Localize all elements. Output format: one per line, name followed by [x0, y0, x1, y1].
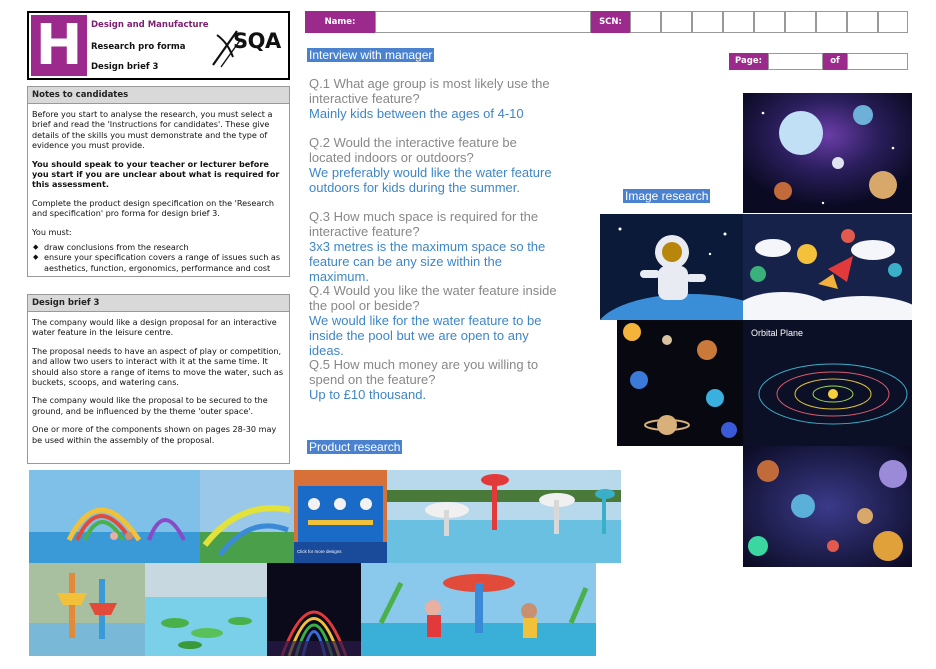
notes-paragraph: Before you start to analyse the research…	[32, 109, 273, 151]
scn-digit-cell[interactable]	[878, 11, 908, 33]
notes-bullet: ensure your specification covers a range…	[32, 252, 285, 273]
notes-paragraph-bold: You should speak to your teacher or lect…	[32, 158, 280, 190]
notes-paragraph: Complete the product design specificatio…	[32, 197, 275, 219]
question-text: Q.5 How much money are you willing to sp…	[309, 357, 539, 387]
notes-panel: Notes to candidates Before you start to …	[27, 86, 290, 277]
name-label: Name:	[305, 11, 375, 33]
scn-digit-cell[interactable]	[630, 11, 661, 33]
brief-paragraph: One or more of the components shown on p…	[32, 424, 277, 445]
level-letter-badge: H	[31, 15, 87, 76]
form-title: Research pro forma	[91, 42, 186, 52]
pool-mushroom-fountains-image	[387, 470, 621, 563]
question-block-3: Q.3 How much space is required for the i…	[309, 209, 559, 284]
scn-digit-cell[interactable]	[661, 11, 692, 33]
astronaut-image	[600, 214, 743, 320]
question-block-2: Q.2 Would the interactive feature be loc…	[309, 135, 559, 195]
tipping-buckets-image	[29, 563, 145, 656]
planets-nebula-image	[743, 446, 912, 567]
subject-title: Design and Manufacture	[91, 20, 209, 30]
solar-system-image	[617, 320, 743, 446]
image-research-heading: Image research	[623, 189, 711, 203]
scn-digit-cell[interactable]	[785, 11, 816, 33]
notes-bullet: draw conclusions from the research	[32, 242, 285, 253]
cartoon-rocket-image	[743, 214, 912, 320]
green-slide-image	[200, 470, 294, 563]
notes-title: Notes to candidates	[28, 87, 289, 104]
notes-paragraph: You must:	[32, 226, 72, 237]
brief-paragraph: The company would like a design proposal…	[32, 317, 277, 338]
rainbow-light-arch-image	[267, 563, 361, 656]
blue-wall-caption: Click for more designs	[297, 549, 342, 554]
orbital-plane-caption: Orbital Plane	[751, 328, 804, 338]
sqa-logo-text: SQA	[233, 29, 281, 53]
lily-pads-pool-image	[145, 563, 267, 656]
question-text: Q.3 How much space is required for the i…	[309, 209, 539, 239]
document-header: H Design and Manufacture Research pro fo…	[27, 11, 290, 80]
notes-bullet-list: draw conclusions from the research ensur…	[32, 242, 285, 273]
answer-text: We would like for the water feature to b…	[309, 313, 542, 358]
water-cannons-play-image	[361, 563, 596, 656]
question-block-5: Q.5 How much money are you willing to sp…	[309, 357, 559, 402]
galaxy-image	[743, 93, 912, 213]
answer-text: We preferably would like the water featu…	[309, 165, 552, 195]
sqa-logo: SQA	[211, 27, 287, 69]
of-field[interactable]	[847, 53, 908, 70]
orbital-plane-image: Orbital Plane	[743, 320, 912, 446]
question-text: Q.2 Would the interactive feature be loc…	[309, 135, 517, 165]
blue-activity-wall-image: Click for more designs	[294, 470, 387, 563]
product-research-heading: Product research	[307, 440, 403, 454]
rainbow-arches-image	[29, 470, 200, 563]
answer-text: Mainly kids between the ages of 4-10	[309, 106, 524, 121]
answer-text: 3x3 metres is the maximum space so the f…	[309, 239, 546, 284]
question-text: Q.1 What age group is most likely use th…	[309, 76, 550, 106]
name-field[interactable]	[375, 11, 591, 33]
scn-digit-cell[interactable]	[847, 11, 878, 33]
interview-heading: Interview with manager	[307, 48, 435, 62]
scn-digit-cell[interactable]	[754, 11, 785, 33]
answer-text: Up to £10 thousand.	[309, 387, 427, 402]
page-label: Page:	[729, 53, 768, 70]
brief-panel-title: Design brief 3	[28, 295, 289, 312]
design-brief-panel: Design brief 3 The company would like a …	[27, 294, 290, 464]
brief-paragraph: The company would like the proposal to b…	[32, 395, 268, 416]
of-label: of	[823, 53, 847, 70]
brief-title: Design brief 3	[91, 62, 159, 72]
page-field[interactable]	[768, 53, 823, 70]
scn-digit-cell[interactable]	[692, 11, 723, 33]
question-block-1: Q.1 What age group is most likely use th…	[309, 76, 569, 121]
scn-label: SCN:	[591, 11, 630, 33]
brief-paragraph: The proposal needs to have an aspect of …	[32, 345, 284, 388]
question-text: Q.4 Would you like the water feature ins…	[309, 283, 557, 313]
scn-digit-cell[interactable]	[723, 11, 754, 33]
question-block-4: Q.4 Would you like the water feature ins…	[309, 283, 559, 358]
scn-digit-cell[interactable]	[816, 11, 847, 33]
